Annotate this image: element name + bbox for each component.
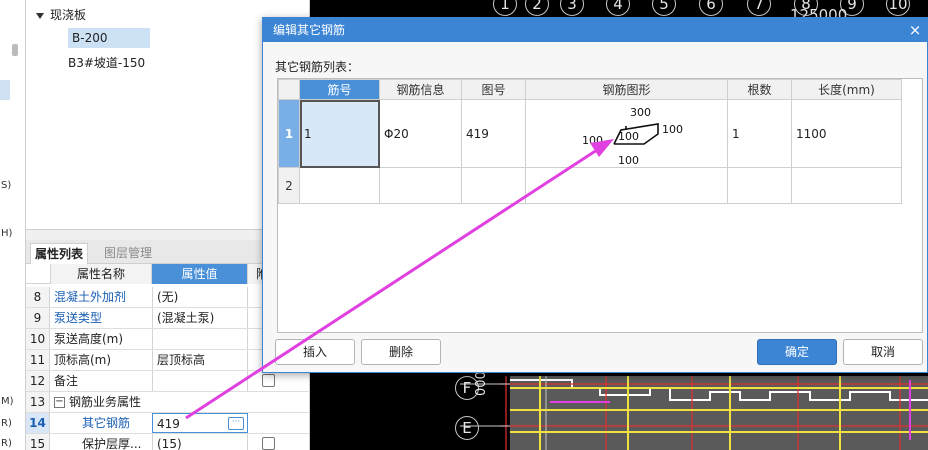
- rebar-table: 筋号 钢筋信息 图号 钢筋图形 根数 长度(mm) 1 1 Φ20 419 30…: [277, 78, 923, 333]
- cell-length[interactable]: 1100: [791, 99, 902, 168]
- left-strip-selection[interactable]: [0, 80, 10, 100]
- shape-dim-top: 300: [630, 106, 651, 119]
- header-property-value: 属性值: [152, 264, 248, 284]
- shape-dim-inner: 100: [618, 130, 639, 143]
- cancel-button[interactable]: 取消: [843, 339, 923, 365]
- property-name: 保护层厚...: [82, 437, 142, 450]
- property-value-text: 419: [157, 417, 180, 431]
- more-options-button[interactable]: ···: [228, 417, 244, 430]
- property-value[interactable]: (15): [152, 434, 248, 450]
- left-strip-label: R): [1, 438, 12, 449]
- tree-item-b200[interactable]: B-200: [68, 28, 150, 48]
- column-header-figure-no[interactable]: 图号: [461, 79, 526, 100]
- expand-triangle-icon[interactable]: [36, 12, 44, 19]
- scroll-thumb[interactable]: [12, 44, 18, 56]
- column-header-count[interactable]: 根数: [727, 79, 792, 100]
- table-row[interactable]: 1 1 Φ20 419 300 100 100 100 100 1 1100: [278, 99, 902, 168]
- edit-other-rebar-dialog: 编辑其它钢筋 × 其它钢筋列表： 筋号 钢筋信息 图号 钢筋图形 根数 长度(m…: [262, 17, 928, 373]
- header-property-name: 属性名称: [50, 264, 152, 284]
- cell-figure-no[interactable]: [461, 167, 526, 204]
- left-strip-label: R): [1, 418, 12, 429]
- property-value-input[interactable]: 419 ···: [152, 413, 248, 433]
- left-strip-label: H): [1, 228, 13, 239]
- cell-rebar-info[interactable]: [379, 167, 462, 204]
- dialog-titlebar[interactable]: 编辑其它钢筋 ×: [263, 18, 927, 42]
- close-icon[interactable]: ×: [907, 18, 923, 42]
- property-name: 泵送类型: [54, 311, 103, 325]
- tree-node-label: 现浇板: [50, 8, 87, 22]
- cell-bar-no[interactable]: 1: [299, 99, 380, 168]
- row-number: 9: [26, 308, 50, 328]
- tree-item-b3-ramp[interactable]: B3#坡道-150: [68, 54, 145, 71]
- row-number: 8: [26, 287, 50, 307]
- rebar-shape-figure: 300 100 100 100 100: [582, 106, 683, 167]
- header-corner: [278, 79, 300, 100]
- row-number: 12: [26, 371, 50, 391]
- column-header-rebar-info[interactable]: 钢筋信息: [379, 79, 462, 100]
- row-number: 11: [26, 350, 50, 370]
- column-header-length[interactable]: 长度(mm): [791, 79, 902, 100]
- cell-bar-no[interactable]: [299, 167, 380, 204]
- axis-bubble: E: [455, 416, 479, 440]
- rebar-list-label: 其它钢筋列表：: [275, 60, 360, 74]
- table-row[interactable]: 2: [278, 167, 902, 204]
- left-strip-label: M): [1, 396, 14, 407]
- cell-rebar-shape[interactable]: [525, 167, 728, 204]
- cell-count[interactable]: 1: [727, 99, 792, 168]
- table-row-selected[interactable]: 14 其它钢筋 419 ···: [26, 413, 310, 434]
- property-name: 泵送高度(m): [54, 332, 124, 346]
- cell-count[interactable]: [727, 167, 792, 204]
- attach-checkbox[interactable]: [262, 437, 275, 450]
- property-value[interactable]: 层顶标高: [152, 350, 248, 370]
- row-number: 14: [26, 413, 50, 433]
- attach-checkbox[interactable]: [262, 374, 275, 387]
- cell-length[interactable]: [791, 167, 902, 204]
- tab-property-list[interactable]: 属性列表: [30, 243, 89, 264]
- row-number: 13: [26, 392, 50, 412]
- dialog-title: 编辑其它钢筋: [273, 23, 346, 37]
- table-row[interactable]: 12 备注: [26, 371, 310, 392]
- row-number[interactable]: 2: [278, 167, 300, 204]
- tree-node-cast-slab[interactable]: 现浇板: [36, 6, 86, 23]
- property-name: 备注: [54, 374, 79, 388]
- column-header-rebar-shape[interactable]: 钢筋图形: [525, 79, 728, 100]
- column-header-bar-no[interactable]: 筋号: [299, 79, 380, 100]
- table-row[interactable]: 13 − 钢筋业务属性: [26, 392, 310, 413]
- property-group-label: 钢筋业务属性: [69, 395, 142, 409]
- property-value[interactable]: (无): [152, 287, 248, 307]
- cell-rebar-info[interactable]: Φ20: [379, 99, 462, 168]
- cell-rebar-shape[interactable]: 300 100 100 100 100: [525, 99, 728, 168]
- property-name: 其它钢筋: [82, 416, 131, 430]
- property-value[interactable]: (混凝土泵): [152, 308, 248, 328]
- property-value[interactable]: [152, 329, 248, 349]
- row-number: 15: [26, 434, 50, 450]
- row-number[interactable]: 1: [278, 99, 300, 168]
- property-group-name: − 钢筋业务属性: [54, 392, 244, 412]
- shape-dim-bottom: 100: [618, 154, 639, 167]
- left-panel-strip: S) H) M) R) R): [0, 0, 26, 450]
- property-name: 混凝土外加剂: [54, 290, 127, 304]
- table-row[interactable]: 15 保护层厚... (15): [26, 434, 310, 450]
- insert-button[interactable]: 插入: [275, 339, 355, 365]
- left-strip-label: S): [1, 180, 12, 191]
- cell-figure-no[interactable]: 419: [461, 99, 526, 168]
- shape-dim-left: 100: [582, 134, 603, 147]
- delete-button[interactable]: 删除: [361, 339, 441, 365]
- property-value[interactable]: [152, 371, 248, 391]
- collapse-icon[interactable]: −: [54, 397, 65, 408]
- tab-layer-management[interactable]: 图层管理: [100, 243, 156, 264]
- table-header-row: 筋号 钢筋信息 图号 钢筋图形 根数 长度(mm): [278, 79, 902, 100]
- row-number: 10: [26, 329, 50, 349]
- shape-dim-right: 100: [662, 123, 683, 136]
- ok-button[interactable]: 确定: [757, 339, 837, 365]
- property-name: 顶标高(m): [54, 353, 112, 367]
